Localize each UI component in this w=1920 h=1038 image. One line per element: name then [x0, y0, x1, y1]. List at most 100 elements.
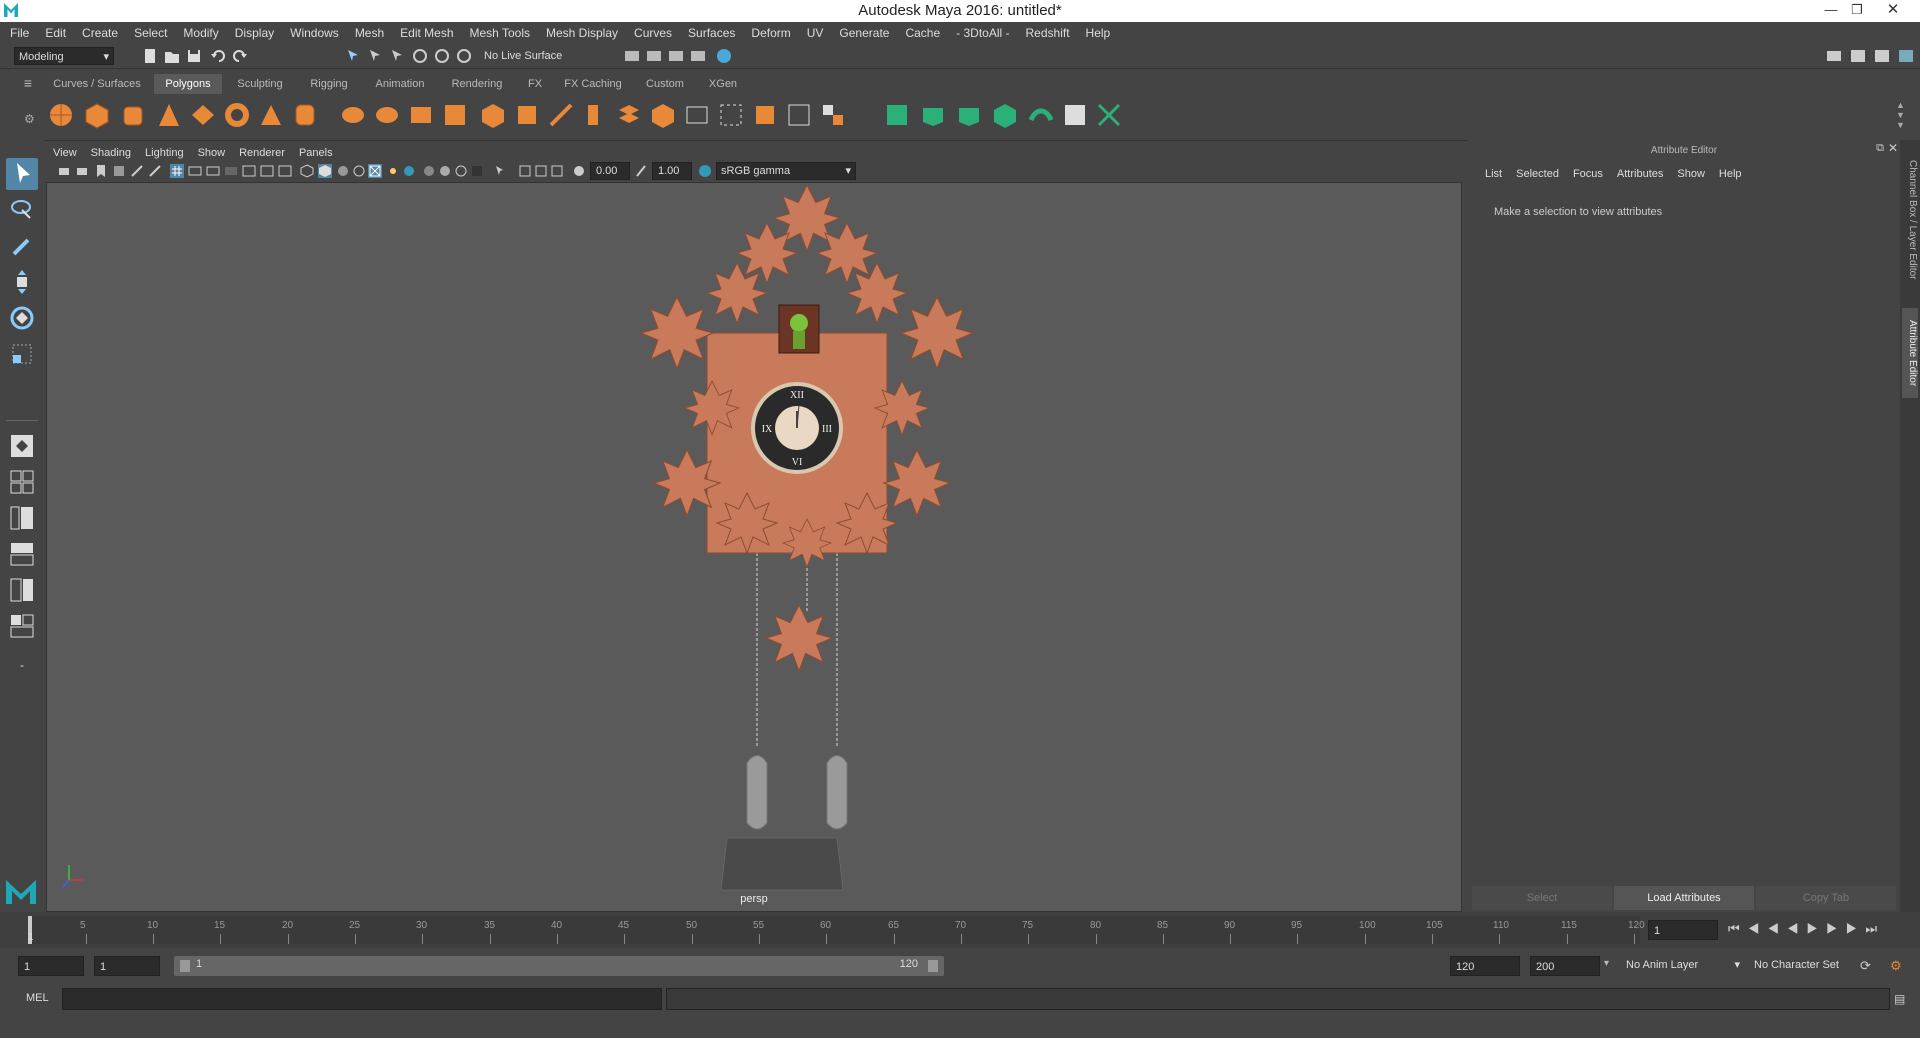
attr-menu-show[interactable]: Show	[1670, 166, 1712, 182]
gamma-field[interactable]: 1.00	[652, 162, 692, 180]
modeling-toolkit-icon[interactable]	[1826, 48, 1842, 64]
smooth-shade-icon[interactable]	[318, 164, 332, 178]
poly-prism-icon[interactable]	[258, 102, 284, 128]
poly-cylinder-icon[interactable]	[120, 102, 146, 128]
perspective-viewport[interactable]: XII III VI IX persp	[46, 182, 1462, 912]
menu-file[interactable]: File	[0, 22, 37, 44]
use-all-lights-icon[interactable]	[386, 164, 400, 178]
ipr-render-icon[interactable]	[646, 48, 662, 64]
multi-cut-icon[interactable]	[548, 102, 574, 128]
menu-cache[interactable]: Cache	[897, 22, 948, 44]
new-scene-icon[interactable]	[142, 48, 158, 64]
script-editor-icon[interactable]: ▤	[1894, 992, 1905, 1006]
close-panel-icon[interactable]: ✕	[1888, 141, 1898, 155]
step-back-key-icon[interactable]: ◀	[1767, 921, 1787, 936]
persp-outliner-layout-icon[interactable]	[6, 502, 38, 534]
film-gate-icon[interactable]	[188, 164, 202, 178]
channel-box-tab[interactable]: Channel Box / Layer Editor	[1902, 150, 1918, 290]
poly-sphere-icon[interactable]	[48, 102, 74, 128]
time-ruler[interactable]: 1 5 10 15 20 25 30 35 40 45 50 55 60 65 70 75 80 85 90 95 1…	[28, 916, 1645, 944]
snap-grid-icon[interactable]	[412, 48, 428, 64]
copy-tab-button[interactable]: Copy Tab	[1756, 886, 1896, 910]
select-camera-icon[interactable]	[58, 164, 72, 178]
depth-of-field-icon[interactable]	[470, 164, 484, 178]
shelf-tab-fx-caching[interactable]: FX Caching	[556, 74, 630, 94]
menu-uv[interactable]: UV	[799, 22, 832, 44]
extract-icon[interactable]	[408, 102, 434, 128]
spherical-mapping-icon[interactable]	[956, 102, 982, 128]
single-perspective-layout-icon[interactable]	[6, 430, 38, 462]
menu-mesh-tools[interactable]: Mesh Tools	[462, 22, 538, 44]
menu-display[interactable]: Display	[227, 22, 282, 44]
menu-help[interactable]: Help	[1078, 22, 1119, 44]
live-surface-field[interactable]: No Live Surface	[480, 47, 580, 65]
menu-3dtoall[interactable]: - 3DtoAll -	[948, 22, 1017, 44]
separate-icon[interactable]	[374, 102, 400, 128]
range-bar[interactable]: 1 120	[174, 956, 944, 976]
shelf-tab-sculpting[interactable]: Sculpting	[226, 74, 294, 94]
safe-title-icon[interactable]	[278, 164, 292, 178]
camera-attributes-icon[interactable]	[76, 164, 90, 178]
menu-generate[interactable]: Generate	[831, 22, 897, 44]
lasso-tool-icon[interactable]	[6, 194, 38, 226]
step-forward-key-icon[interactable]: ▶	[1826, 921, 1846, 936]
attr-menu-selected[interactable]: Selected	[1509, 166, 1566, 182]
automatic-mapping-icon[interactable]	[992, 102, 1018, 128]
float-panel-icon[interactable]: ⧉	[1876, 142, 1884, 155]
bridge-icon[interactable]	[480, 102, 506, 128]
isolate-select-icon[interactable]	[494, 164, 508, 178]
restore-icon[interactable]: ❐	[1844, 0, 1870, 22]
poly-pipe-icon[interactable]	[292, 102, 318, 128]
wireframe-icon[interactable]	[300, 164, 314, 178]
menu-windows[interactable]: Windows	[282, 22, 347, 44]
save-scene-icon[interactable]	[186, 48, 202, 64]
menu-redshift[interactable]: Redshift	[1018, 22, 1078, 44]
menu-curves[interactable]: Curves	[626, 22, 680, 44]
channel-box-toggle-icon[interactable]	[1898, 48, 1914, 64]
color-space-dropdown[interactable]: sRGB gamma ▾	[716, 162, 856, 180]
rotate-tool-icon[interactable]	[6, 302, 38, 334]
play-backwards-icon[interactable]: ◀	[1787, 921, 1807, 936]
menu-mesh[interactable]: Mesh	[347, 22, 392, 44]
attr-menu-help[interactable]: Help	[1712, 166, 1749, 182]
planar-mapping-icon[interactable]	[884, 102, 910, 128]
fill-hole-icon[interactable]	[752, 102, 778, 128]
step-forward-icon[interactable]: ▶	[1846, 921, 1866, 936]
render-settings-icon[interactable]	[668, 48, 684, 64]
shelf-tab-polygons[interactable]: Polygons	[154, 74, 222, 94]
open-scene-icon[interactable]	[164, 48, 180, 64]
mirror-icon[interactable]	[820, 102, 846, 128]
shelf-tab-rendering[interactable]: Rendering	[440, 74, 514, 94]
attr-menu-list[interactable]: List	[1478, 166, 1509, 182]
image-plane-icon[interactable]	[112, 164, 126, 178]
reduce-icon[interactable]	[786, 102, 812, 128]
combine-icon[interactable]	[340, 102, 366, 128]
auto-key-icon[interactable]: ⟳	[1860, 958, 1871, 974]
playback-start-field[interactable]: 1	[94, 956, 160, 976]
gate-mask-icon[interactable]	[224, 164, 238, 178]
wireframe-on-shaded-icon[interactable]	[352, 164, 366, 178]
shadows-icon[interactable]	[402, 164, 416, 178]
poly-cone-icon[interactable]	[156, 102, 182, 128]
go-to-end-icon[interactable]: ⏭	[1865, 921, 1885, 936]
attribute-editor-toggle-icon[interactable]	[1850, 48, 1866, 64]
menu-mesh-display[interactable]: Mesh Display	[538, 22, 626, 44]
bevel-icon[interactable]	[616, 102, 642, 128]
range-end-handle[interactable]	[928, 960, 938, 972]
exposure-icon[interactable]	[572, 164, 586, 178]
multisample-aa-icon[interactable]	[454, 164, 468, 178]
attr-menu-attributes[interactable]: Attributes	[1610, 166, 1670, 182]
load-attributes-button[interactable]: Load Attributes	[1614, 886, 1754, 910]
append-polygon-icon[interactable]	[582, 102, 608, 128]
2d-pan-zoom-icon[interactable]	[130, 164, 144, 178]
tool-settings-icon[interactable]	[1874, 48, 1890, 64]
menu-modify[interactable]: Modify	[175, 22, 226, 44]
render-view-icon[interactable]	[716, 48, 732, 64]
toolbox-collapse-icon[interactable]: -	[6, 650, 38, 682]
paint-select-tool-icon[interactable]	[6, 230, 38, 262]
current-frame-field[interactable]: 1	[1648, 920, 1718, 940]
shelf-tab-rigging[interactable]: Rigging	[298, 74, 360, 94]
menu-edit-mesh[interactable]: Edit Mesh	[392, 22, 461, 44]
minimize-icon[interactable]: —	[1818, 0, 1844, 22]
step-back-icon[interactable]: ◀	[1748, 921, 1768, 936]
